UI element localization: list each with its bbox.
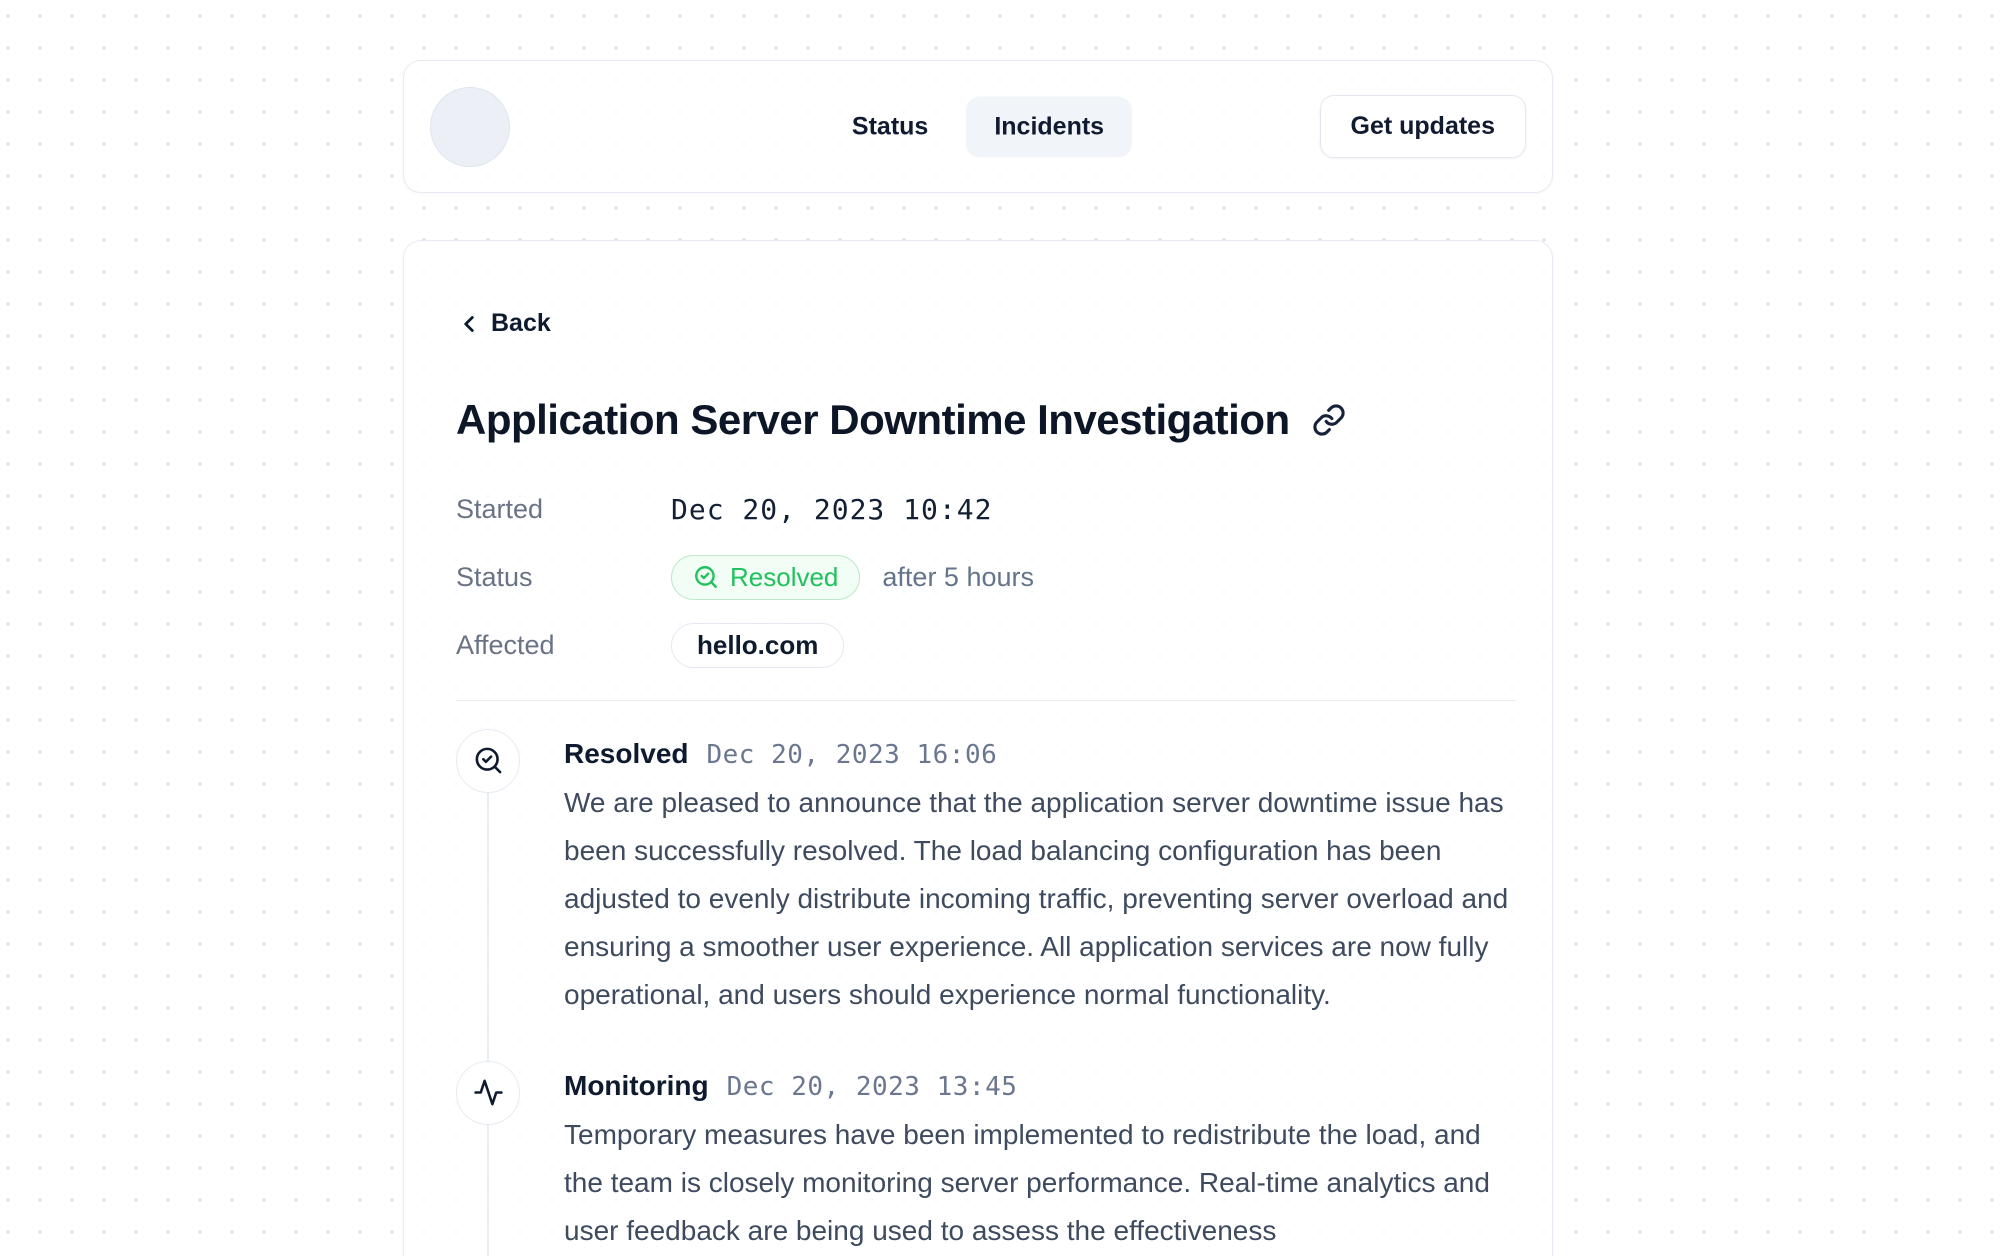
field-row-started: Started Dec 20, 2023 10:42 [456,488,1516,532]
status-page: Status Incidents Get updates Back Applic… [403,60,1553,1256]
field-row-status: Status Resolved after 5 hours [456,555,1516,600]
status-label: Status [456,562,671,593]
top-nav-card: Status Incidents Get updates [403,60,1553,193]
entry-message: We are pleased to announce that the appl… [564,779,1516,1019]
chevron-left-icon [456,311,482,337]
timeline-entry-body: Monitoring Dec 20, 2023 13:45 Temporary … [564,1061,1516,1255]
incident-timeline: Resolved Dec 20, 2023 16:06 We are pleas… [456,729,1516,1255]
entry-message: Temporary measures have been implemented… [564,1111,1516,1255]
search-check-icon [456,729,520,793]
permalink-icon[interactable] [1312,403,1346,437]
timeline-entry-head: Monitoring Dec 20, 2023 13:45 [564,1070,1516,1102]
field-row-affected: Affected hello.com [456,623,1516,668]
incident-title: Application Server Downtime Investigatio… [456,396,1290,444]
company-logo-avatar[interactable] [430,87,510,167]
started-label: Started [456,494,671,525]
timeline-entry-head: Resolved Dec 20, 2023 16:06 [564,738,1516,770]
entry-timestamp: Dec 20, 2023 13:45 [727,1072,1018,1102]
started-value: Dec 20, 2023 10:42 [671,493,992,526]
back-button[interactable]: Back [456,309,551,338]
entry-timestamp: Dec 20, 2023 16:06 [707,740,998,770]
section-divider [456,700,1516,701]
tab-incidents[interactable]: Incidents [966,96,1132,157]
status-duration-text: after 5 hours [882,562,1034,593]
get-updates-button[interactable]: Get updates [1320,95,1526,158]
incident-detail-card: Back Application Server Downtime Investi… [403,240,1553,1256]
timeline-entry-resolved: Resolved Dec 20, 2023 16:06 We are pleas… [456,729,1516,1019]
incident-meta-fields: Started Dec 20, 2023 10:42 Status Resolv… [456,488,1516,668]
tab-status[interactable]: Status [824,96,956,157]
affected-component-chip: hello.com [671,623,844,668]
status-badge: Resolved [671,555,860,600]
timeline-entry-body: Resolved Dec 20, 2023 16:06 We are pleas… [564,729,1516,1019]
back-label: Back [491,309,551,338]
affected-label: Affected [456,630,671,661]
status-badge-label: Resolved [730,562,838,593]
timeline-entry-monitoring: Monitoring Dec 20, 2023 13:45 Temporary … [456,1061,1516,1255]
search-check-icon [693,564,719,590]
entry-status-label: Resolved [564,738,689,770]
entry-status-label: Monitoring [564,1070,709,1102]
nav-tabs: Status Incidents [824,96,1132,157]
title-row: Application Server Downtime Investigatio… [456,396,1516,444]
activity-pulse-icon [456,1061,520,1125]
